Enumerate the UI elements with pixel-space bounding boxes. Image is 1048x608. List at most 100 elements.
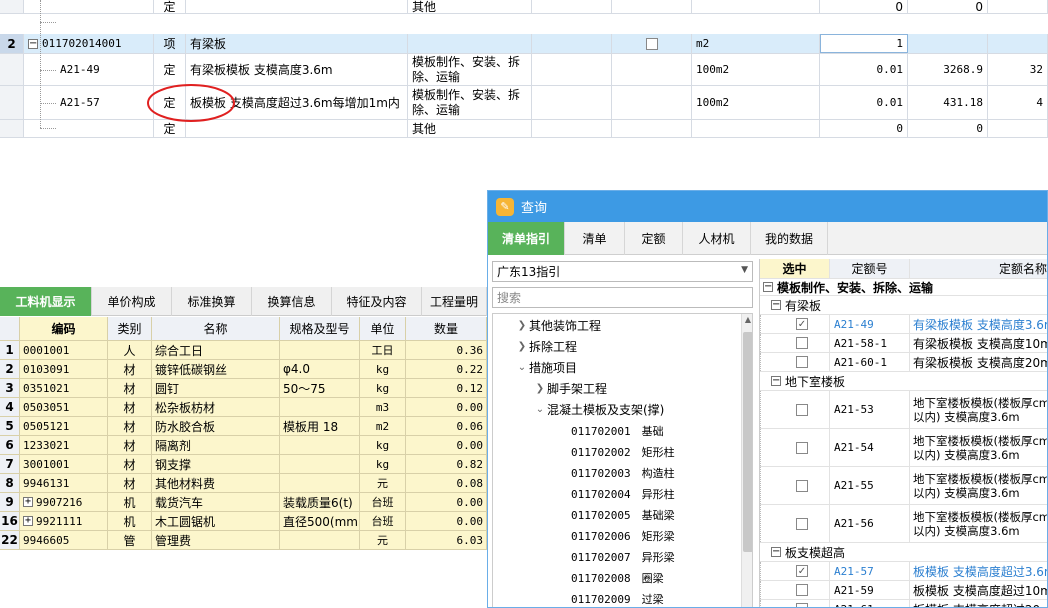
col-code[interactable]: 编码 [20,317,108,340]
qty-cell[interactable]: 0 [820,0,908,13]
qty-cell[interactable]: 0 [820,120,908,137]
table-row[interactable]: 9 +9907216 机载货汽车 装载质量6(t) 台班 0.00 [0,493,487,512]
guide-select[interactable]: 广东13指引 ▼ [492,261,753,282]
spec-cell[interactable] [280,531,360,549]
name-cell[interactable]: 松杂板枋材 [152,398,280,416]
name-cell[interactable]: 有梁板模板 支模高度3.6m [186,54,408,85]
unit-cell[interactable]: m3 [360,398,406,416]
code-cell[interactable]: 0103091 [20,360,108,378]
collapse-icon[interactable]: − [771,300,781,310]
quota-code[interactable]: A21-54 [830,429,910,466]
type-cell[interactable]: 定 [154,54,186,85]
tree-item[interactable]: 011702002 矩形柱 [493,441,675,462]
table-row[interactable]: 22 9946605 管管理费 元 6.03 [0,531,487,550]
quota-row[interactable]: A21-61板模板 支模高度超过20m [760,600,1047,608]
quota-row[interactable]: A21-60-1 有梁板模板 支模高度20m [760,353,1047,372]
quota-code[interactable]: A21-58-1 [830,334,910,352]
category-cell[interactable]: 材 [108,474,152,492]
tree-item[interactable]: ⌄ 混凝土模板及支架(撑) [493,399,665,420]
category-cell[interactable]: 材 [108,455,152,473]
scrollbar[interactable]: ▲ [741,314,752,607]
code-cell[interactable]: A21-49 [60,63,100,76]
total-cell[interactable]: 4 [988,86,1048,119]
collapse-icon[interactable]: − [28,38,38,49]
select-checkbox[interactable] [796,584,808,596]
name-cell[interactable]: 防水胶合板 [152,417,280,435]
qty-cell[interactable]: 0.01 [820,54,908,85]
select-checkbox[interactable] [796,603,808,607]
table-row[interactable]: 7 3001001 材钢支撑 kg 0.82 [0,455,487,474]
price-cell[interactable]: 0 [908,120,988,137]
quota-code[interactable]: A21-55 [830,467,910,504]
quota-row[interactable]: ✓ A21-57 板模板 支模高度超过3.6m [760,562,1047,581]
select-checkbox[interactable] [796,356,808,368]
tree-item[interactable]: ⌄ 措施项目 [493,357,577,378]
unit-cell[interactable]: 100m2 [692,86,820,119]
spec-cell[interactable] [280,474,360,492]
quota-name[interactable]: 地下室楼板模板(楼板厚cm以内) 支模高度3.6m [910,429,1047,466]
content-cell[interactable]: 模板制作、安装、拆除、运输 [408,54,532,85]
price-cell[interactable]: 3268.9 [908,54,988,85]
select-checkbox[interactable] [796,479,808,492]
qty-cell[interactable]: 0.00 [406,436,487,454]
code-cell[interactable]: 3001001 [20,455,108,473]
code-cell[interactable]: 011702014001 [42,37,121,50]
table-row[interactable]: 4 0503051 材松杂板枋材 m3 0.00 [0,398,487,417]
subgroup-header[interactable]: − 有梁板 [760,296,1047,315]
quota-row[interactable]: A21-59 板模板 支模高度超过10m [760,581,1047,600]
category-cell[interactable]: 材 [108,398,152,416]
code-cell[interactable]: 9946131 [20,474,108,492]
tree-item[interactable]: 011702001 基础 [493,420,664,441]
name-cell[interactable]: 综合工日 [152,341,280,359]
quota-row[interactable]: A21-55 地下室楼板模板(楼板厚cm以内) 支模高度3.6m [760,467,1047,505]
quota-code[interactable]: A21-57 [830,562,910,580]
unit-cell[interactable]: kg [360,360,406,378]
quota-name[interactable]: 地下室楼板模板(楼板厚cm以内) 支模高度3.6m [910,467,1047,504]
quota-row[interactable]: ✓ A21-49 有梁板模板 支模高度3.6m [760,315,1047,334]
tab-my-data[interactable]: 我的数据 [751,222,828,255]
quota-name[interactable]: 地下室楼板模板(楼板厚cm以内) 支模高度3.6m [910,505,1047,542]
chevron-down-icon[interactable]: ⌄ [533,404,547,415]
type-cell[interactable]: 项 [154,34,186,53]
tab-conversion-info[interactable]: 换算信息 [252,287,332,316]
name-cell[interactable]: 镀锌低碳钢丝 [152,360,280,378]
col-spec[interactable]: 规格及型号 [280,317,360,340]
unit-cell[interactable]: 100m2 [692,54,820,85]
tree-item[interactable]: 011702007 异形梁 [493,546,675,567]
quota-name[interactable]: 有梁板模板 支模高度20m [910,353,1047,371]
quota-code[interactable]: A21-60-1 [830,353,910,371]
collapse-icon[interactable]: − [763,282,773,292]
expand-icon[interactable]: + [23,497,33,507]
name-cell[interactable]: 钢支撑 [152,455,280,473]
col-select[interactable]: 选中 [760,259,830,278]
tree-item[interactable]: ❯ 其他装饰工程 [493,315,601,336]
quota-row[interactable]: A21-56 地下室楼板模板(楼板厚cm以内) 支模高度3.6m [760,505,1047,543]
unit-cell[interactable]: m2 [360,417,406,435]
quota-code[interactable]: A21-49 [830,315,910,333]
col-unit[interactable]: 单位 [360,317,406,340]
select-checkbox[interactable]: ✓ [796,318,808,330]
quota-name[interactable]: 有梁板模板 支模高度10m [910,334,1047,352]
spec-cell[interactable]: 50～75 [280,379,360,397]
unit-cell[interactable]: kg [360,379,406,397]
chevron-right-icon[interactable]: ❯ [515,341,529,352]
select-checkbox[interactable]: ✓ [796,565,808,577]
tab-unit-price[interactable]: 单价构成 [92,287,172,316]
unit-cell[interactable]: 台班 [360,512,406,530]
tree-item[interactable]: 011702006 矩形梁 [493,525,675,546]
quota-name[interactable]: 板模板 支模高度超过10m [910,581,1047,599]
quota-name[interactable]: 板模板 支模高度超过20m [910,600,1047,608]
group-header[interactable]: − 模板制作、安装、拆除、运输 [760,279,1047,296]
code-cell[interactable]: +9921111 [20,512,108,530]
qty-cell[interactable]: 0.01 [820,86,908,119]
qty-cell[interactable]: 0.82 [406,455,487,473]
quota-code[interactable]: A21-53 [830,391,910,428]
category-cell[interactable]: 材 [108,360,152,378]
category-cell[interactable]: 材 [108,436,152,454]
spec-cell[interactable]: 模板用 18 [280,417,360,435]
qty-cell[interactable]: 0.06 [406,417,487,435]
table-row[interactable]: 定 其他 0 0 [0,0,1048,14]
tree-item[interactable]: 011702008 圈梁 [493,567,664,588]
name-cell[interactable]: 木工圆锯机 [152,512,280,530]
select-checkbox[interactable] [796,403,808,416]
